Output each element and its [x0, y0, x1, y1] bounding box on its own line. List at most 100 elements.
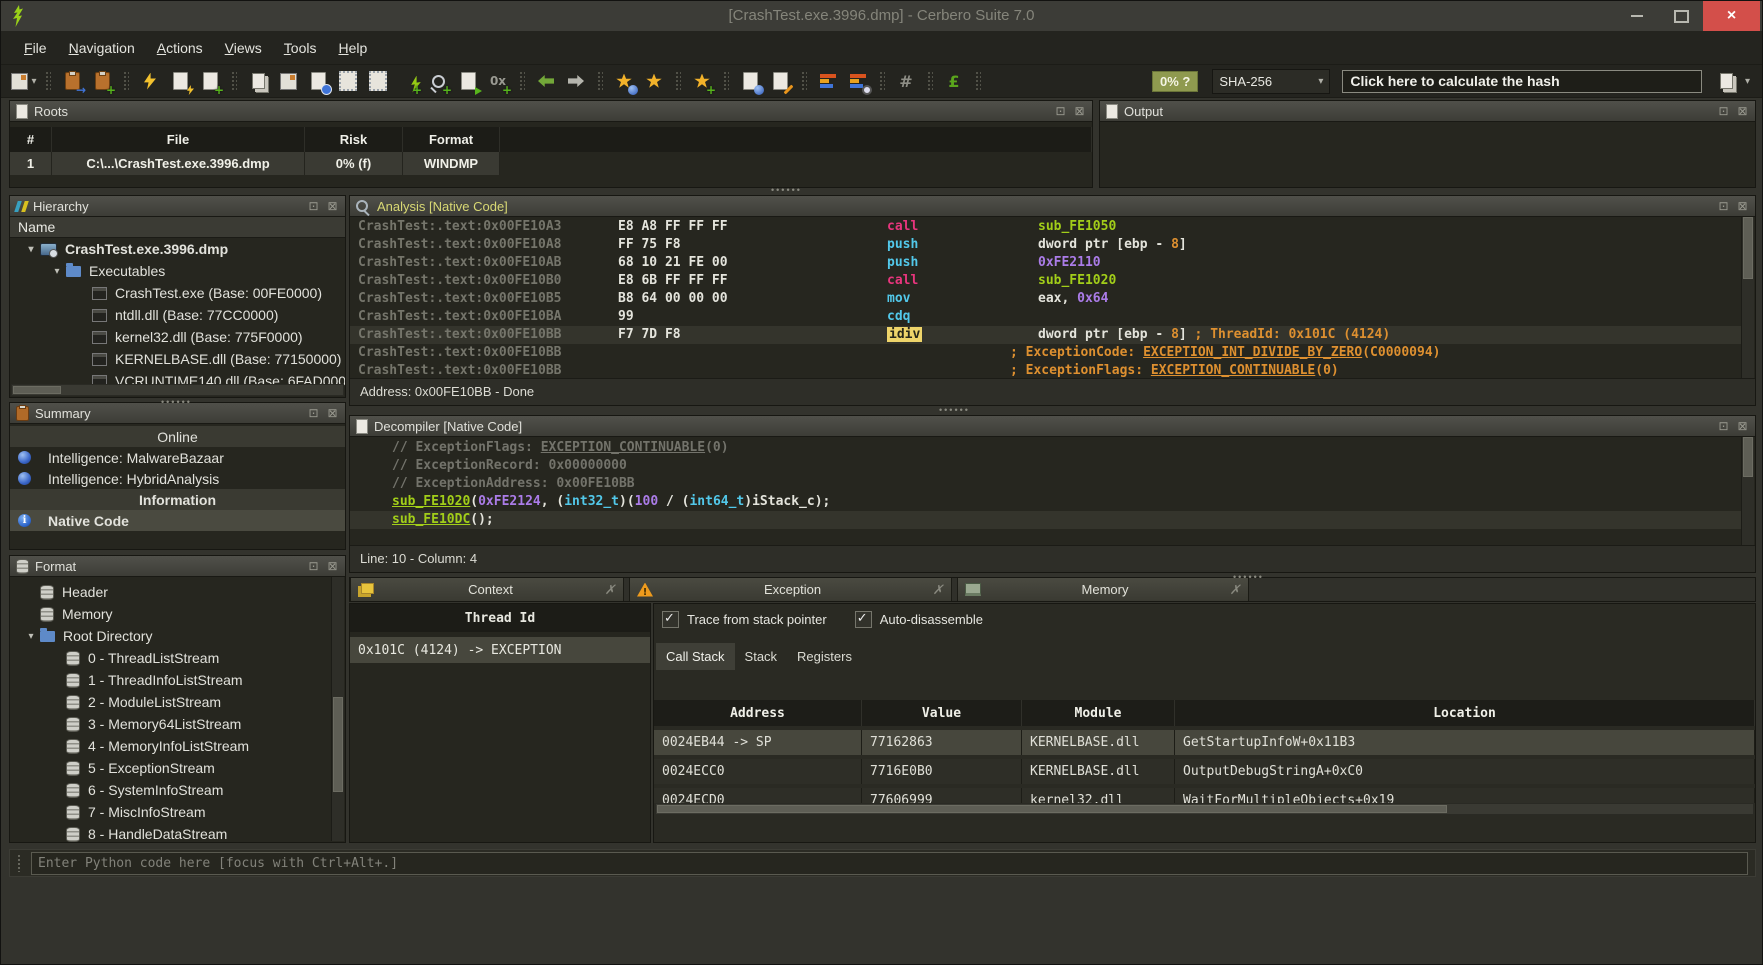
splitter-grip[interactable]	[1233, 574, 1264, 580]
table-row[interactable]: 0024EB44 -> SP77162863KERNELBASE.dllGetS…	[654, 730, 1755, 755]
entropy-icon[interactable]: £	[940, 68, 968, 94]
minimize-button[interactable]	[1615, 1, 1659, 31]
disassembly-line[interactable]: CrashTest:.text:0x00FE10A8FF 75 F8pushdw…	[350, 236, 1742, 254]
hash-algorithm-select[interactable]: SHA-256	[1212, 69, 1330, 94]
decompiler-line[interactable]: sub_FE10DC();	[350, 511, 1742, 529]
checkbox-auto-disassemble[interactable]: Auto-disassemble	[855, 611, 983, 628]
format-item[interactable]: 1 - ThreadInfoListStream	[10, 669, 345, 691]
scrollbar-thumb[interactable]	[333, 697, 343, 792]
disassembly-line[interactable]: CrashTest:.text:0x00FE10BA99cdq	[350, 308, 1742, 326]
disassembly-line[interactable]: CrashTest:.text:0x00FE10BB; ExceptionCod…	[350, 344, 1742, 362]
quick-scan-icon[interactable]	[136, 68, 164, 94]
new-analysis-icon[interactable]: +	[196, 68, 224, 94]
tab-call-stack[interactable]: Call Stack	[656, 643, 735, 670]
layout-search-icon[interactable]	[844, 68, 872, 94]
close-panel-icon[interactable]	[1073, 105, 1086, 118]
search-new-icon[interactable]: +	[424, 68, 452, 94]
edit-notes-icon[interactable]	[766, 68, 794, 94]
tab-exception[interactable]: Exception	[629, 578, 952, 601]
copy-hash-button[interactable]	[1713, 68, 1741, 94]
format-item[interactable]: 8 - HandleDataStream	[10, 823, 345, 845]
thread-id-row[interactable]: 0x101C (4124) -> EXCEPTION	[350, 637, 650, 663]
close-panel-icon[interactable]	[1736, 420, 1749, 433]
close-panel-icon[interactable]	[1736, 200, 1749, 213]
forward-icon[interactable]	[562, 68, 590, 94]
close-panel-icon[interactable]	[326, 560, 339, 573]
format-item[interactable]: 5 - ExceptionStream	[10, 757, 345, 779]
format-item[interactable]: 4 - MemoryInfoListStream	[10, 735, 345, 757]
float-panel-icon[interactable]	[307, 560, 320, 573]
menu-item-help[interactable]: Help	[327, 35, 378, 61]
hierarchy-hscrollbar[interactable]	[11, 384, 344, 396]
hierarchy-item[interactable]: ntdll.dll (Base: 77CC0000)	[10, 304, 345, 326]
save-project-icon[interactable]	[274, 68, 302, 94]
summary-item[interactable]: Native Code	[10, 510, 345, 531]
format-item[interactable]: 0 - ThreadListStream	[10, 647, 345, 669]
copy-icon[interactable]	[244, 68, 272, 94]
format-item[interactable]: Memory	[10, 603, 345, 625]
float-panel-icon[interactable]	[1054, 105, 1067, 118]
checkbox-trace-from-stack-pointer[interactable]: Trace from stack pointer	[662, 611, 827, 628]
callstack-hscrollbar[interactable]	[655, 803, 1754, 815]
summary-item[interactable]: Intelligence: HybridAnalysis	[10, 468, 345, 489]
scrollbar-thumb[interactable]	[1743, 217, 1753, 279]
hierarchy-item[interactable]: KERNELBASE.dll (Base: 77150000)	[10, 348, 345, 370]
table-row[interactable]: 1C:\...\CrashTest.exe.3996.dmp0% (f)WIND…	[10, 152, 1092, 175]
select-start-icon[interactable]	[334, 68, 362, 94]
decompiler-line[interactable]: sub_FE1020(0xFE2124, (int32_t)(100 / (in…	[350, 493, 1742, 511]
expander-icon[interactable]	[22, 244, 40, 255]
count-icon[interactable]: #	[892, 68, 920, 94]
expander-icon[interactable]	[48, 266, 66, 277]
save-icon[interactable]	[10, 68, 38, 94]
select-end-icon[interactable]	[364, 68, 392, 94]
pin-icon[interactable]	[1229, 582, 1241, 598]
format-item[interactable]: Header	[10, 581, 345, 603]
decompiler-line[interactable]: // ExceptionFlags: EXCEPTION_CONTINUABLE…	[350, 439, 1742, 457]
float-panel-icon[interactable]	[1717, 105, 1730, 118]
reload-icon[interactable]	[304, 68, 332, 94]
disassembly-line[interactable]: CrashTest:.text:0x00FE10B5B8 64 00 00 00…	[350, 290, 1742, 308]
scrollbar-thumb[interactable]	[13, 386, 61, 394]
scan-selection-icon[interactable]: +	[394, 68, 422, 94]
menu-item-views[interactable]: Views	[214, 35, 273, 61]
disassembly-line[interactable]: CrashTest:.text:0x00FE10A3E8 A8 FF FF FF…	[350, 218, 1742, 236]
float-panel-icon[interactable]	[307, 407, 320, 420]
splitter-grip[interactable]	[161, 399, 192, 405]
format-item[interactable]: 7 - MiscInfoStream	[10, 801, 345, 823]
disassembly-view[interactable]: CrashTest:.text:0x00FE10A3E8 A8 FF FF FF…	[350, 216, 1742, 379]
format-item[interactable]: 3 - Memory64ListStream	[10, 713, 345, 735]
tab-context[interactable]: Context	[350, 578, 624, 601]
decompiler-line[interactable]: // ExceptionRecord: 0x00000000	[350, 457, 1742, 475]
disassembly-line[interactable]: CrashTest:.text:0x00FE10B0E8 6B FF FF FF…	[350, 272, 1742, 290]
hierarchy-item[interactable]: kernel32.dll (Base: 775F0000)	[10, 326, 345, 348]
pin-icon[interactable]	[932, 582, 944, 598]
format-item[interactable]: Root Directory	[10, 625, 345, 647]
decompiler-view[interactable]: // ExceptionFlags: EXCEPTION_CONTINUABLE…	[350, 436, 1742, 546]
format-item[interactable]: 6 - SystemInfoStream	[10, 779, 345, 801]
menu-item-file[interactable]: File	[13, 35, 58, 61]
decompiler-vscrollbar[interactable]	[1741, 437, 1754, 545]
back-icon[interactable]	[532, 68, 560, 94]
paste-scan-icon[interactable]: →	[58, 68, 86, 94]
close-button[interactable]	[1703, 1, 1760, 31]
table-row[interactable]: 0024ECD077606999kernel32.dllWaitForMulti…	[654, 788, 1755, 803]
menu-item-tools[interactable]: Tools	[273, 35, 328, 61]
tab-registers[interactable]: Registers	[787, 643, 862, 670]
decompiler-line[interactable]: // ExceptionAddress: 0x00FE10BB	[350, 475, 1742, 493]
analysis-vscrollbar[interactable]	[1741, 217, 1754, 378]
python-input[interactable]	[31, 852, 1748, 875]
hex-view-icon[interactable]: 0x+	[484, 68, 512, 94]
splitter-grip[interactable]	[771, 187, 802, 193]
scrollbar-thumb[interactable]	[1743, 437, 1753, 477]
expander-icon[interactable]	[22, 631, 40, 642]
tab-memory[interactable]: Memory	[957, 578, 1249, 601]
close-panel-icon[interactable]	[326, 407, 339, 420]
format-vscrollbar[interactable]	[331, 577, 344, 841]
maximize-button[interactable]	[1659, 1, 1703, 31]
hierarchy-item[interactable]: Executables	[10, 260, 345, 282]
paste-add-icon[interactable]: +	[88, 68, 116, 94]
pin-icon[interactable]	[604, 582, 616, 598]
splitter-grip[interactable]	[939, 407, 970, 413]
format-item[interactable]: 2 - ModuleListStream	[10, 691, 345, 713]
float-panel-icon[interactable]	[307, 200, 320, 213]
